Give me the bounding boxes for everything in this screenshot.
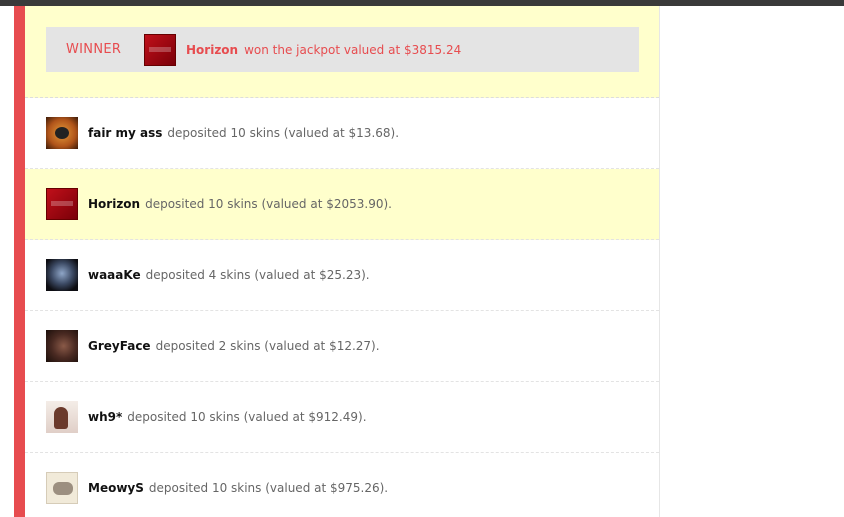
user-avatar[interactable] bbox=[46, 472, 78, 504]
deposit-row: MeowyS deposited 10 skins (valued at $975… bbox=[25, 453, 659, 517]
winner-row: WINNER Horizon won the jackpot valued at … bbox=[25, 6, 659, 98]
username[interactable]: waaaKe bbox=[88, 268, 141, 282]
user-avatar[interactable] bbox=[46, 117, 78, 149]
deposit-message: wh9* deposited 10 skins (valued at $912.4… bbox=[88, 410, 367, 424]
user-avatar[interactable] bbox=[46, 330, 78, 362]
deposit-message: waaaKe deposited 4 skins (valued at $25.2… bbox=[88, 268, 370, 282]
user-avatar[interactable] bbox=[46, 401, 78, 433]
deposit-message: Horizon deposited 10 skins (valued at $20… bbox=[88, 197, 392, 211]
username[interactable]: MeowyS bbox=[88, 481, 144, 495]
deposit-row: wh9* deposited 10 skins (valued at $912.4… bbox=[25, 382, 659, 453]
deposit-row: Horizon deposited 10 skins (valued at $20… bbox=[25, 169, 659, 240]
deposit-text: deposited 4 skins (valued at $25.23). bbox=[145, 268, 370, 282]
deposit-text: deposited 10 skins (valued at $2053.90). bbox=[145, 197, 392, 211]
deposit-message: MeowyS deposited 10 skins (valued at $975… bbox=[88, 481, 388, 495]
deposit-text: deposited 10 skins (valued at $975.26). bbox=[148, 481, 389, 495]
deposit-text: deposited 10 skins (valued at $13.68). bbox=[167, 126, 400, 140]
winner-label: WINNER bbox=[66, 42, 122, 57]
deposit-text: deposited 2 skins (valued at $12.27). bbox=[155, 339, 380, 353]
username[interactable]: GreyFace bbox=[88, 339, 151, 353]
winner-name[interactable]: Horizon bbox=[186, 43, 238, 57]
user-avatar[interactable] bbox=[46, 259, 78, 291]
winner-avatar[interactable] bbox=[144, 33, 176, 66]
deposit-text: deposited 10 skins (valued at $912.49). bbox=[127, 410, 367, 424]
username[interactable]: wh9* bbox=[88, 410, 122, 424]
deposit-row: waaaKe deposited 4 skins (valued at $25.2… bbox=[25, 240, 659, 311]
deposit-row: GreyFace deposited 2 skins (valued at $12… bbox=[25, 311, 659, 382]
deposit-message: GreyFace deposited 2 skins (valued at $12… bbox=[88, 339, 380, 353]
winner-message: Horizon won the jackpot valued at $3815.2… bbox=[186, 43, 461, 57]
winner-banner: WINNER Horizon won the jackpot valued at … bbox=[46, 27, 639, 72]
jackpot-feed: WINNER Horizon won the jackpot valued at … bbox=[25, 6, 660, 517]
deposit-message: fair my ass deposited 10 skins (valued at… bbox=[88, 126, 399, 140]
username[interactable]: fair my ass bbox=[88, 126, 162, 140]
round-accent-bar bbox=[14, 6, 25, 517]
winner-amount-text: won the jackpot valued at $3815.24 bbox=[244, 42, 462, 57]
deposit-row: fair my ass deposited 10 skins (valued at… bbox=[25, 98, 659, 169]
user-avatar[interactable] bbox=[46, 188, 78, 220]
username[interactable]: Horizon bbox=[88, 197, 140, 211]
